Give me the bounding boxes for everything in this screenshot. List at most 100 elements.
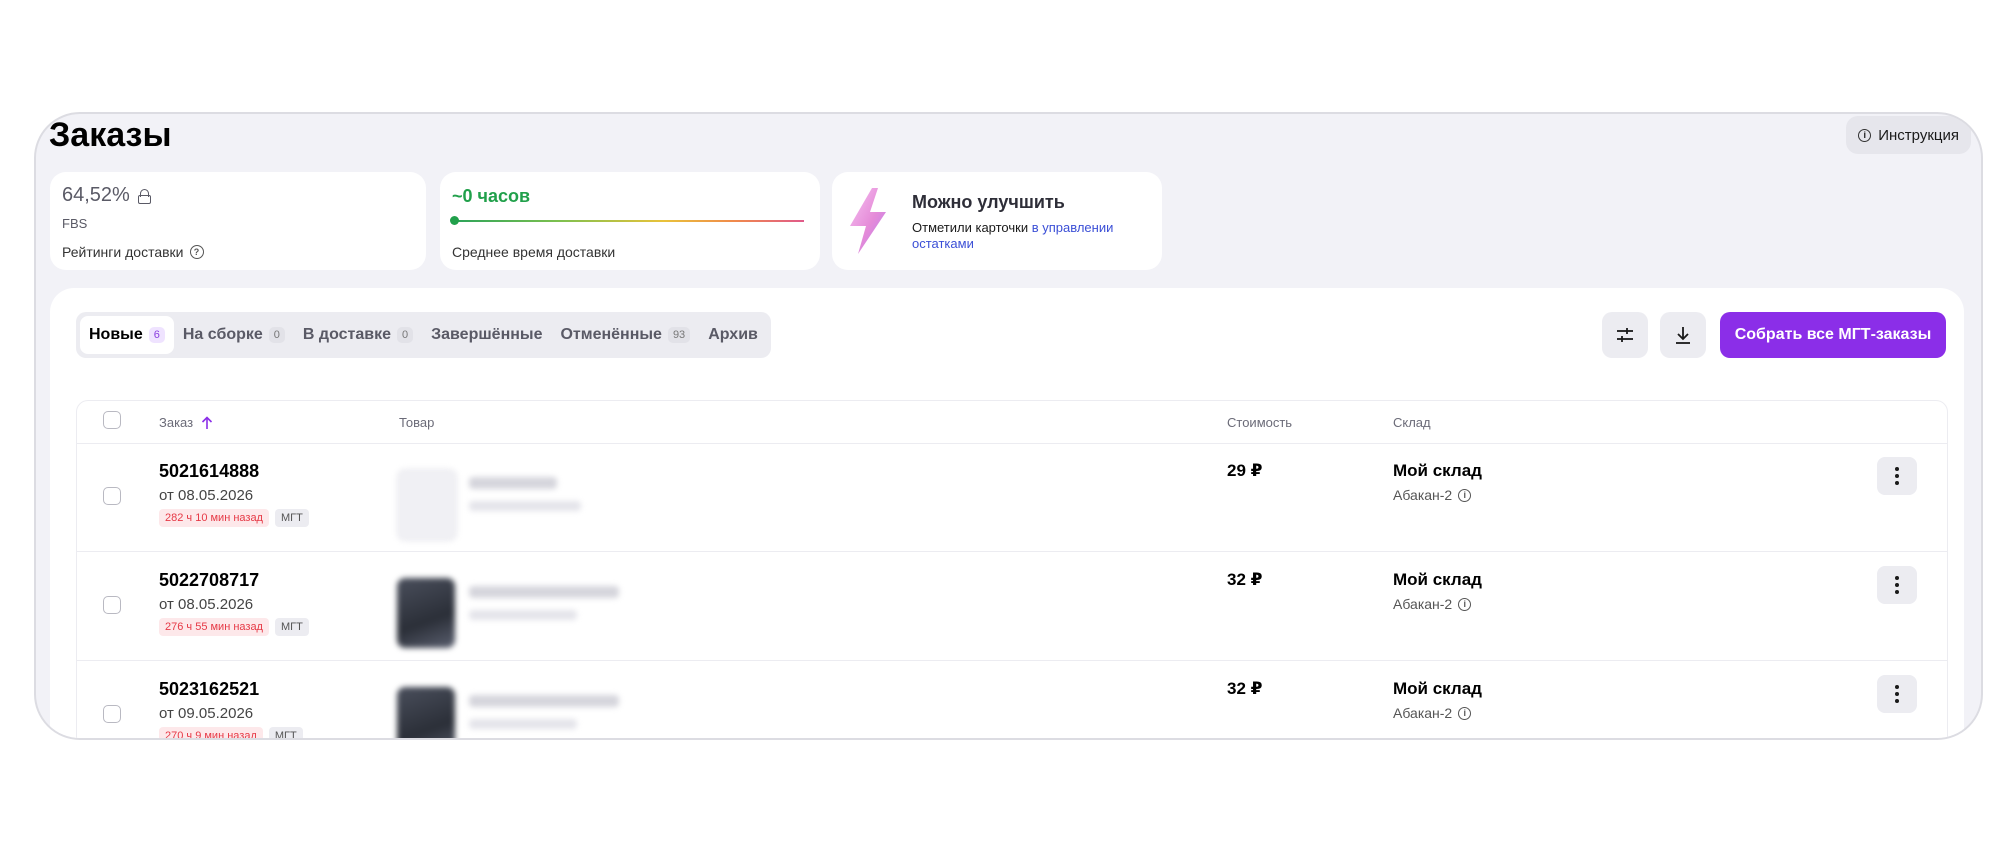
column-price: Стоимость: [1227, 415, 1293, 430]
row-more-button[interactable]: [1877, 457, 1917, 495]
rating-sub: FBS: [62, 216, 88, 231]
warehouse-name: Мой склад: [1393, 679, 1482, 698]
tab-archive[interactable]: Архив: [699, 316, 767, 354]
improve-text-prefix: Отметили карточки: [912, 220, 1032, 235]
dot: [1895, 474, 1899, 478]
tab-label: Новые: [89, 326, 143, 343]
column-order[interactable]: Заказ: [159, 415, 213, 430]
delivery-time-card: ~0 часов Среднее время доставки: [440, 172, 820, 270]
row-more-button[interactable]: [1877, 675, 1917, 713]
order-tags: 270 ч 9 мин назад МГТ: [159, 727, 303, 738]
row-checkbox[interactable]: [103, 487, 121, 505]
download-button[interactable]: [1660, 312, 1706, 358]
type-tag: МГТ: [274, 618, 309, 636]
tab-in-delivery[interactable]: В доставке 0: [294, 316, 422, 354]
product-image: [397, 469, 457, 541]
tab-label: Отменённые: [560, 326, 662, 343]
orders-window: Заказы i Инструкция 64,52% FBS Рейтинги …: [34, 112, 1983, 740]
dot: [1895, 583, 1899, 587]
improve-card: Можно улучшить Отметили карточки в управ…: [832, 172, 1162, 270]
row-more-button[interactable]: [1877, 566, 1917, 604]
time-ago-tag: 270 ч 9 мин назад: [159, 727, 263, 738]
improve-text: Отметили карточки в управлении остатками: [912, 220, 1148, 252]
rating-value: 64,52%: [62, 184, 130, 206]
warehouse-location: Абакан-2: [1393, 705, 1453, 721]
tab-label: Завершённые: [431, 326, 543, 343]
delivery-time-scale: [452, 220, 804, 222]
column-order-label: Заказ: [159, 415, 194, 430]
info-icon[interactable]: i: [1458, 597, 1472, 611]
info-icon[interactable]: i: [1458, 706, 1472, 720]
tab-count-badge: 0: [397, 327, 414, 343]
delivery-time-value: ~0 часов: [452, 186, 531, 206]
product-name-redacted: [469, 477, 557, 489]
product-cell[interactable]: [387, 564, 625, 660]
tab-cancelled[interactable]: Отменённые 93: [551, 316, 699, 354]
dot: [1895, 467, 1899, 471]
orders-table: Заказ Товар Стоимость Склад 5021614888 о…: [76, 400, 1948, 738]
question-icon[interactable]: ?: [189, 245, 204, 259]
dot: [1895, 699, 1899, 703]
row-checkbox[interactable]: [103, 705, 121, 723]
sliders-icon: [1617, 328, 1633, 342]
dot: [1895, 481, 1899, 485]
lightning-icon: [850, 188, 886, 254]
order-price: 29 ₽: [1227, 461, 1263, 480]
rating-card: 64,52% FBS Рейтинги доставки ?: [50, 172, 426, 270]
tab-count-badge: 93: [667, 327, 691, 343]
dot: [1895, 692, 1899, 696]
rating-label-row: Рейтинги доставки ?: [62, 244, 204, 260]
order-price: 32 ₽: [1227, 679, 1263, 698]
product-sku-redacted: [469, 719, 577, 729]
type-tag: МГТ: [274, 509, 309, 527]
status-tabs: Новые 6 На сборке 0 В доставке 0 Завершё…: [76, 312, 771, 358]
filter-button[interactable]: [1602, 312, 1648, 358]
order-number: 5023162521: [159, 679, 260, 699]
rating-value-row: 64,52%: [62, 184, 151, 207]
orders-panel: Новые 6 На сборке 0 В доставке 0 Завершё…: [50, 288, 1964, 738]
dot: [1895, 576, 1899, 580]
dot: [1895, 685, 1899, 689]
product-cell[interactable]: [387, 455, 625, 551]
tab-label: В доставке: [302, 326, 391, 343]
warehouse-sub: Абакан-2 i: [1393, 596, 1472, 612]
table-row[interactable]: 5021614888 от 08.05.2026 282 ч 10 мин на…: [77, 443, 1947, 552]
dot: [1895, 590, 1899, 594]
tab-count-badge: 6: [148, 327, 165, 343]
product-cell[interactable]: [387, 673, 625, 738]
product-name-redacted: [469, 586, 619, 598]
instruction-label: Инструкция: [1878, 126, 1959, 144]
type-tag: МГТ: [268, 727, 303, 738]
table-row[interactable]: 5022708717 от 08.05.2026 276 ч 55 мин на…: [77, 552, 1947, 661]
order-tags: 282 ч 10 мин назад МГТ: [159, 509, 309, 527]
delivery-time-marker: [450, 216, 459, 225]
order-price: 32 ₽: [1227, 570, 1263, 589]
warehouse-location: Абакан-2: [1393, 487, 1453, 503]
tab-completed[interactable]: Завершённые: [422, 316, 551, 354]
order-date: от 08.05.2026: [159, 596, 254, 613]
collect-all-mgt-button[interactable]: Собрать все МГТ-заказы: [1720, 312, 1946, 358]
info-icon[interactable]: i: [1458, 488, 1472, 502]
warehouse-location: Абакан-2: [1393, 596, 1453, 612]
order-number: 5021614888: [159, 461, 260, 481]
product-name-redacted: [469, 695, 619, 707]
table-row[interactable]: 5023162521 от 09.05.2026 270 ч 9 мин наз…: [77, 661, 1947, 738]
instruction-button[interactable]: i Инструкция: [1846, 116, 1971, 154]
tab-assembly[interactable]: На сборке 0: [174, 316, 294, 354]
product-sku-redacted: [469, 610, 577, 620]
page-title: Заказы: [49, 116, 172, 154]
column-product: Товар: [399, 415, 435, 430]
product-image: [397, 578, 455, 648]
improve-title: Можно улучшить: [912, 192, 1065, 212]
warehouse-name: Мой склад: [1393, 461, 1482, 480]
select-all-checkbox[interactable]: [103, 411, 121, 429]
warehouse-sub: Абакан-2 i: [1393, 705, 1472, 721]
rating-label: Рейтинги доставки: [62, 244, 184, 260]
order-tags: 276 ч 55 мин назад МГТ: [159, 618, 309, 636]
order-date: от 08.05.2026: [159, 487, 254, 504]
delivery-time-label: Среднее время доставки: [452, 244, 616, 260]
tab-new[interactable]: Новые 6: [80, 316, 174, 354]
warehouse-sub: Абакан-2 i: [1393, 487, 1472, 503]
product-image: [397, 687, 455, 738]
row-checkbox[interactable]: [103, 596, 121, 614]
